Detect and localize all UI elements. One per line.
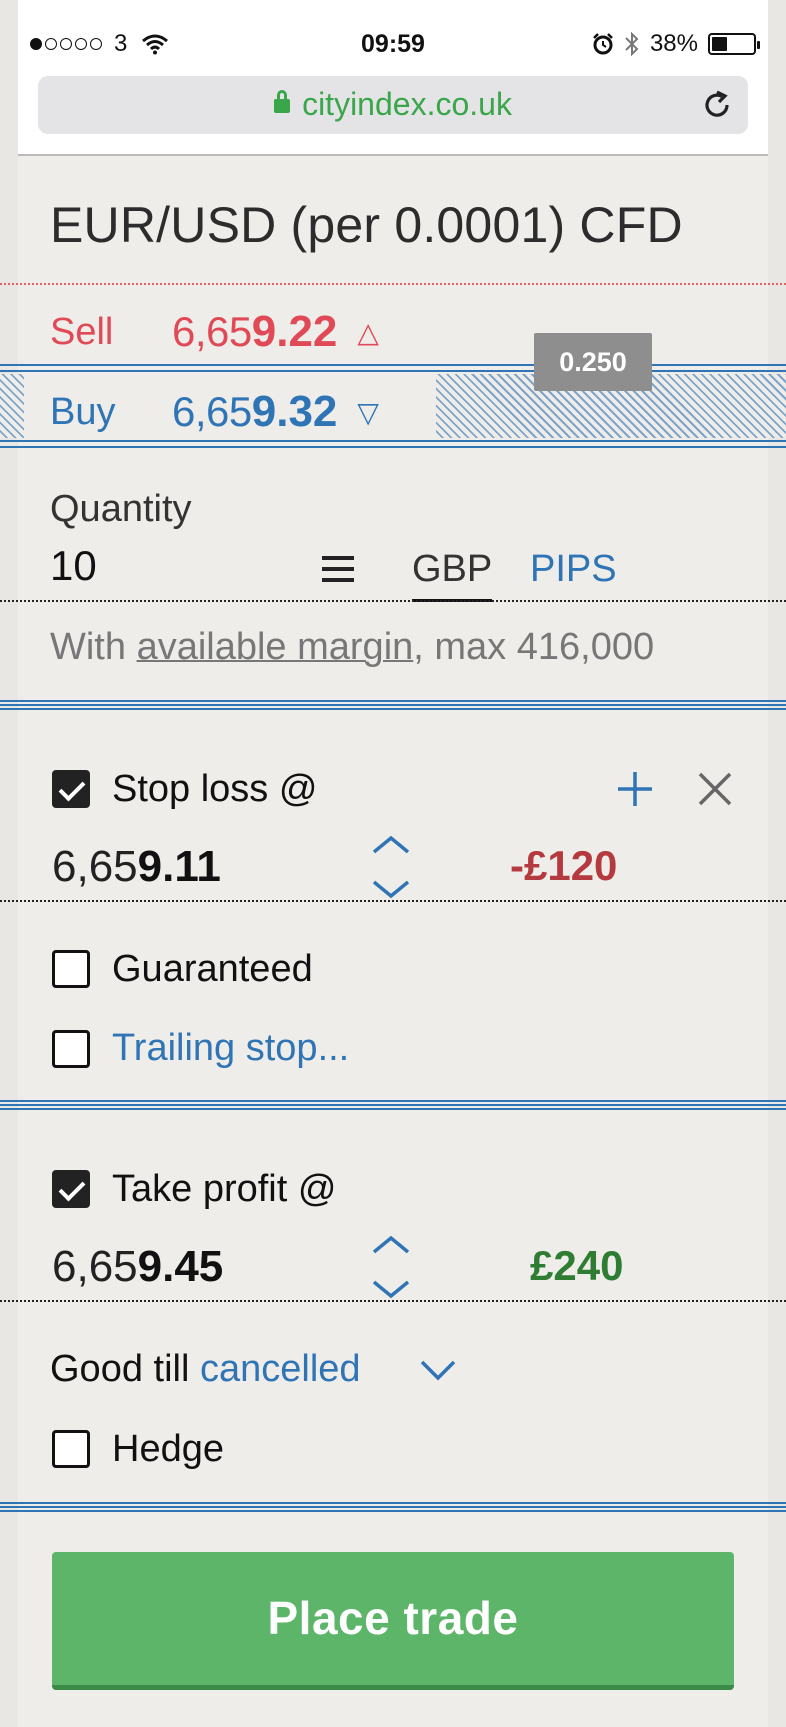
hedge-checkbox[interactable] (52, 1430, 90, 1468)
lock-icon (274, 90, 291, 113)
unit-tab-pips[interactable]: PIPS (530, 548, 617, 591)
margin-note: With available margin, max 416,000 (50, 626, 654, 669)
take-profit-price-prefix: 6,65 (52, 1242, 138, 1291)
stop-loss-price-prefix: 6,65 (52, 842, 138, 891)
unit-tab-gbp[interactable]: GBP (412, 548, 493, 602)
battery-icon (708, 33, 760, 55)
section-divider (0, 700, 786, 710)
url-text: cityindex.co.uk (302, 86, 512, 122)
instrument-title: EUR/USD (per 0.0001) CFD (50, 197, 683, 253)
stop-loss-pnl: -£120 (510, 842, 618, 889)
reload-icon[interactable] (700, 88, 734, 122)
quantity-divider (0, 600, 786, 602)
good-till-selector[interactable]: Good till cancelled (50, 1348, 361, 1391)
sell-price[interactable]: 6,659.22 (172, 307, 337, 357)
close-icon[interactable] (696, 770, 734, 808)
guaranteed-label: Guaranteed (112, 948, 313, 990)
browser-header: 3 09:59 38% cityindex.co.uk (18, 0, 768, 156)
quantity-label: Quantity (50, 488, 192, 530)
take-profit-stepper[interactable] (370, 1232, 412, 1302)
url-bar[interactable]: cityindex.co.uk (38, 76, 748, 134)
status-icons: 38% (592, 30, 760, 58)
sell-label: Sell (50, 310, 114, 353)
stop-loss-checkbox[interactable] (52, 770, 90, 808)
alarm-icon (593, 33, 613, 55)
take-profit-divider (0, 1300, 786, 1302)
sell-price-main: 9.22 (251, 307, 338, 356)
battery-percent: 38% (649, 30, 698, 57)
left-edge (0, 0, 18, 1727)
available-margin-link[interactable]: available margin (137, 626, 414, 668)
buy-label: Buy (50, 390, 116, 433)
stop-loss-label: Stop loss @ (112, 768, 318, 810)
chevron-up-icon (372, 835, 410, 854)
plus-icon[interactable] (616, 770, 654, 808)
sell-row[interactable]: Sell 6,659.22 △ (50, 302, 379, 362)
section-divider (0, 1502, 786, 1512)
take-profit-price-main: 9.45 (137, 1242, 224, 1291)
take-profit-price-input[interactable]: 6,659.45 (52, 1242, 223, 1292)
quantity-input[interactable]: 10 (50, 542, 97, 590)
chevron-down-icon (372, 880, 410, 899)
buy-down-triangle-icon: ▽ (357, 396, 379, 428)
right-edge (768, 0, 786, 1727)
buy-price[interactable]: 6,659.32 (172, 387, 337, 437)
buy-price-main: 9.32 (251, 387, 338, 436)
buy-row[interactable]: Buy 6,659.32 ▽ (50, 382, 379, 442)
trailing-stop-checkbox[interactable] (52, 1030, 90, 1068)
take-profit-pnl: £240 (530, 1242, 624, 1289)
hedge-label: Hedge (112, 1428, 224, 1470)
sell-divider (0, 283, 786, 285)
buy-price-prefix: 6,65 (172, 388, 252, 435)
take-profit-checkbox[interactable] (52, 1170, 90, 1208)
url-display[interactable]: cityindex.co.uk (38, 86, 748, 123)
trailing-stop-link[interactable]: Trailing stop... (112, 1027, 349, 1070)
chevron-up-icon (372, 1235, 410, 1254)
take-profit-label: Take profit @ (112, 1168, 337, 1210)
stop-loss-divider (0, 900, 786, 902)
sell-up-triangle-icon: △ (357, 316, 379, 348)
stop-loss-price-input[interactable]: 6,659.11 (52, 842, 221, 892)
chevron-down-icon (372, 1280, 410, 1299)
chevron-down-icon[interactable] (418, 1356, 458, 1386)
good-till-label: Good till (50, 1348, 200, 1390)
quantity-menu-icon[interactable] (322, 556, 354, 582)
margin-suffix: , max 416,000 (413, 626, 655, 668)
spread-badge: 0.250 (534, 333, 652, 391)
section-divider (0, 1100, 786, 1110)
stop-loss-stepper[interactable] (370, 832, 412, 902)
status-bar: 3 09:59 38% (18, 30, 768, 66)
guaranteed-checkbox[interactable] (52, 950, 90, 988)
hatch-pattern-left (0, 374, 24, 438)
good-till-value[interactable]: cancelled (200, 1348, 361, 1390)
stop-loss-price-main: 9.11 (137, 842, 221, 891)
sell-price-prefix: 6,65 (172, 308, 252, 355)
margin-prefix: With (50, 626, 137, 668)
place-trade-button[interactable]: Place trade (52, 1552, 734, 1690)
bluetooth-icon (625, 31, 639, 57)
